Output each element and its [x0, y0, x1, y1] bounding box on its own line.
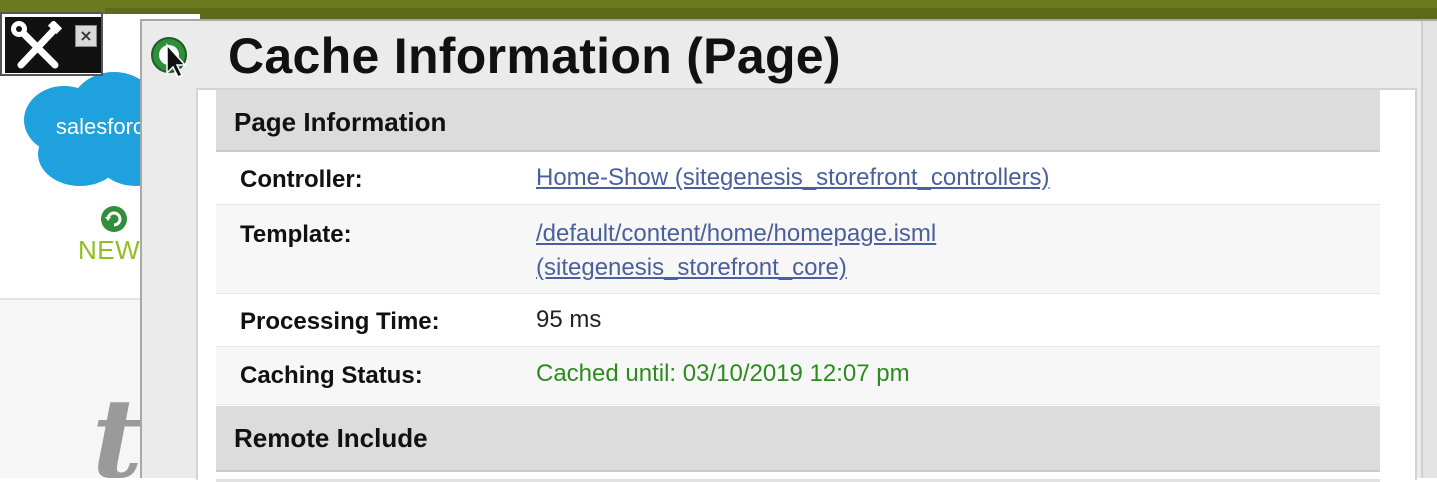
close-icon[interactable]: ×	[75, 25, 97, 47]
cursor-globe-icon[interactable]	[149, 33, 193, 81]
row-label: Processing Time:	[240, 308, 440, 335]
row-label: Caching Status:	[240, 362, 423, 389]
processing-time-value: 95 ms	[536, 306, 602, 333]
popup-scroll-edge	[1421, 21, 1437, 478]
toolbox-widget[interactable]: ×	[0, 12, 103, 76]
section-heading: Remote Include	[234, 423, 428, 453]
template-link-path[interactable]: /default/content/home/homepage.isml	[536, 217, 936, 251]
info-row-template: Template: /default/content/home/homepage…	[216, 205, 1380, 294]
row-label: Template:	[240, 221, 352, 248]
section-heading: Page Information	[234, 107, 447, 137]
wrench-screwdriver-icon[interactable]	[9, 21, 65, 73]
refresh-icon	[101, 206, 127, 232]
cache-info-popup: Cache Information (Page) Page Informatio…	[140, 19, 1437, 482]
popup-title: Cache Information (Page)	[228, 28, 841, 84]
section-header-remote-include: Remote Include	[216, 406, 1380, 472]
template-link-cartridge[interactable]: (sitegenesis_storefront_core)	[536, 251, 847, 285]
controller-link[interactable]: Home-Show (sitegenesis_storefront_contro…	[536, 161, 1050, 195]
popup-content: Page Information Controller: Home-Show (…	[196, 88, 1417, 482]
info-row-processing-time: Processing Time: 95 ms	[216, 294, 1380, 347]
info-row-caching-status: Caching Status: Cached until: 03/10/2019…	[216, 347, 1380, 405]
section-header-page-information: Page Information	[216, 90, 1380, 152]
caching-status-value: Cached until: 03/10/2019 12:07 pm	[536, 360, 910, 387]
row-label: Controller:	[240, 166, 363, 193]
toolbox-inner: ×	[5, 17, 101, 73]
info-row-controller: Controller: Home-Show (sitegenesis_store…	[216, 152, 1380, 205]
